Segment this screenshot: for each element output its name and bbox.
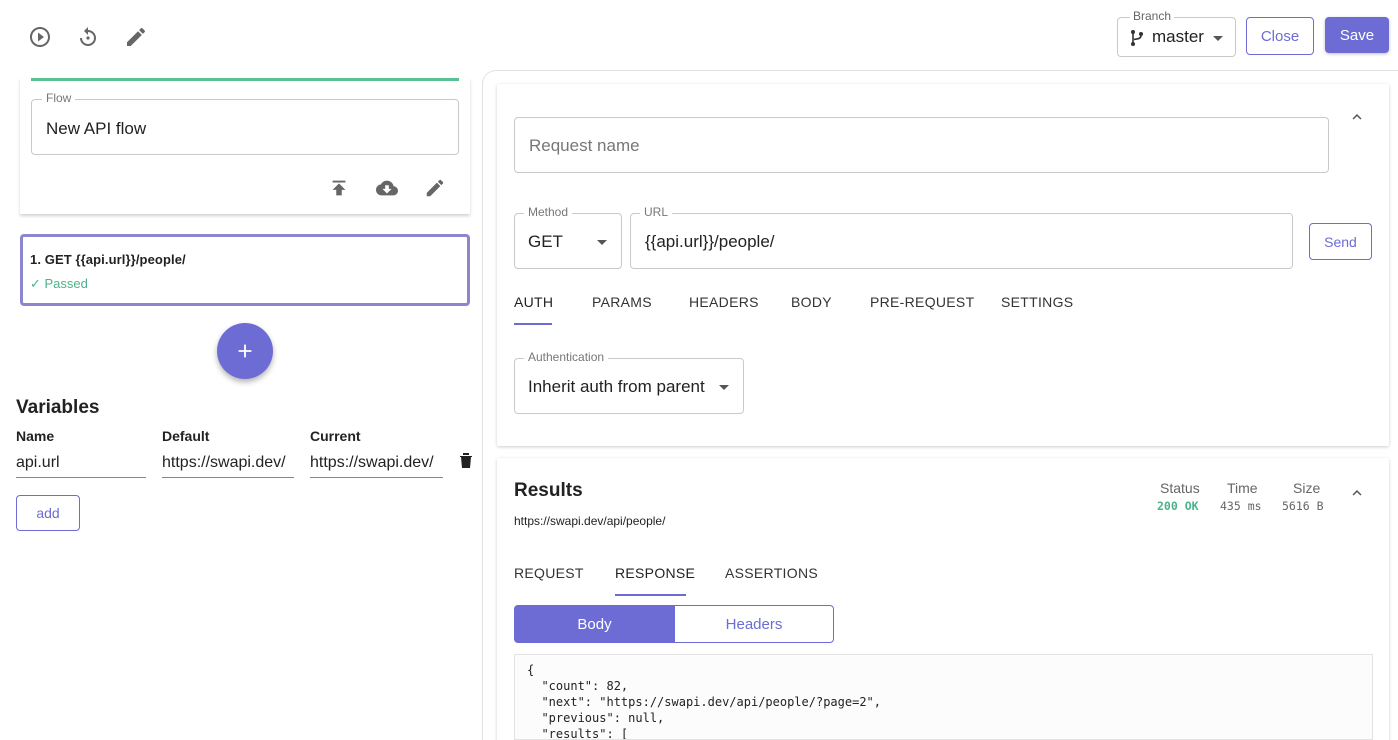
play-circle-icon[interactable] (27, 24, 53, 50)
request-name-placeholder: Request name (529, 136, 640, 155)
var-header-name: Name (16, 428, 55, 444)
tab-body[interactable]: BODY (791, 294, 832, 310)
branch-label: Branch (1130, 9, 1175, 23)
results-url: https://swapi.dev/api/people/ (514, 514, 666, 528)
url-value: {{api.url}}/people/ (645, 232, 775, 251)
collapse-request-icon[interactable] (1348, 108, 1366, 126)
git-branch-icon (1129, 29, 1145, 47)
size-value: 5616 B (1282, 499, 1324, 513)
flow-name-field[interactable]: Flow New API flow (31, 91, 459, 155)
method-label: Method (524, 205, 573, 219)
save-button[interactable]: Save (1325, 17, 1389, 53)
body-toggle-button[interactable]: Body (514, 605, 675, 643)
variables-title: Variables (16, 397, 100, 418)
branch-select[interactable]: Branch master (1117, 9, 1236, 57)
var-name-input[interactable]: api.url (16, 450, 146, 478)
time-label: Time (1227, 480, 1258, 496)
var-header-default: Default (162, 428, 210, 444)
code-line: "previous": null, (527, 711, 665, 725)
send-button[interactable]: Send (1309, 223, 1372, 260)
add-request-button[interactable] (217, 323, 273, 379)
auth-chevron-down-icon (719, 385, 729, 390)
size-label: Size (1293, 480, 1321, 496)
branch-value: master (1152, 27, 1204, 46)
authentication-label: Authentication (524, 350, 609, 364)
upload-icon[interactable] (327, 176, 351, 200)
url-label: URL (640, 205, 673, 219)
headers-toggle-button[interactable]: Headers (674, 605, 834, 643)
chevron-down-icon (1213, 36, 1223, 41)
tab-assertions[interactable]: ASSERTIONS (725, 565, 818, 581)
reset-icon[interactable] (75, 24, 101, 50)
edit-flow-icon[interactable] (423, 176, 447, 200)
method-value: GET (528, 232, 563, 251)
flow-progress-bar (31, 78, 459, 81)
code-line: "results": [ (527, 727, 629, 740)
tab-response[interactable]: RESPONSE (615, 565, 695, 581)
code-line: "next": "https://swapi.dev/api/people/?p… (527, 695, 882, 709)
var-default-input[interactable]: https://swapi.dev/ (162, 450, 294, 478)
var-header-current: Current (310, 428, 361, 444)
add-variable-button[interactable]: add (16, 495, 80, 531)
tab-request[interactable]: REQUEST (514, 565, 584, 581)
request-step-status: ✓ Passed (30, 276, 88, 291)
tab-auth[interactable]: AUTH (514, 294, 553, 310)
method-chevron-down-icon (597, 240, 607, 245)
pencil-icon[interactable] (123, 24, 149, 50)
url-input[interactable]: URL {{api.url}}/people/ (630, 205, 1293, 269)
status-value: 200 OK (1157, 499, 1199, 513)
code-line: "count": 82, (527, 679, 629, 693)
tab-pre-request[interactable]: PRE-REQUEST (870, 294, 974, 310)
flow-card: Flow New API flow (20, 78, 470, 214)
plus-icon (238, 344, 252, 358)
response-tab-indicator (615, 594, 686, 596)
collapse-results-icon[interactable] (1348, 484, 1366, 502)
trash-icon[interactable] (459, 452, 473, 468)
authentication-select[interactable]: Authentication Inherit auth from parent (514, 350, 744, 414)
flow-name-label: Flow (42, 91, 76, 105)
code-line: { (527, 663, 535, 677)
method-select[interactable]: Method GET (514, 205, 622, 269)
tab-params[interactable]: PARAMS (592, 294, 652, 310)
request-step-title: 1. GET {{api.url}}/people/ (30, 252, 186, 267)
close-button[interactable]: Close (1246, 17, 1314, 55)
flow-name-value: New API flow (46, 119, 147, 138)
tab-headers[interactable]: HEADERS (689, 294, 759, 310)
results-title: Results (514, 480, 583, 501)
request-step-card[interactable]: 1. GET {{api.url}}/people/ ✓ Passed (20, 234, 470, 306)
var-current-input[interactable]: https://swapi.dev/ (310, 450, 443, 478)
time-value: 435 ms (1220, 499, 1262, 513)
response-body-viewer[interactable]: { "count": 82, "next": "https://swapi.de… (514, 654, 1373, 740)
cloud-download-icon[interactable] (375, 176, 399, 200)
tab-settings[interactable]: SETTINGS (1001, 294, 1073, 310)
top-toolbar: Branch master Close Save (0, 0, 1398, 72)
auth-tab-indicator (514, 323, 552, 325)
status-label: Status (1160, 480, 1200, 496)
request-name-input[interactable]: Request name (514, 117, 1329, 173)
authentication-value: Inherit auth from parent (528, 377, 705, 396)
